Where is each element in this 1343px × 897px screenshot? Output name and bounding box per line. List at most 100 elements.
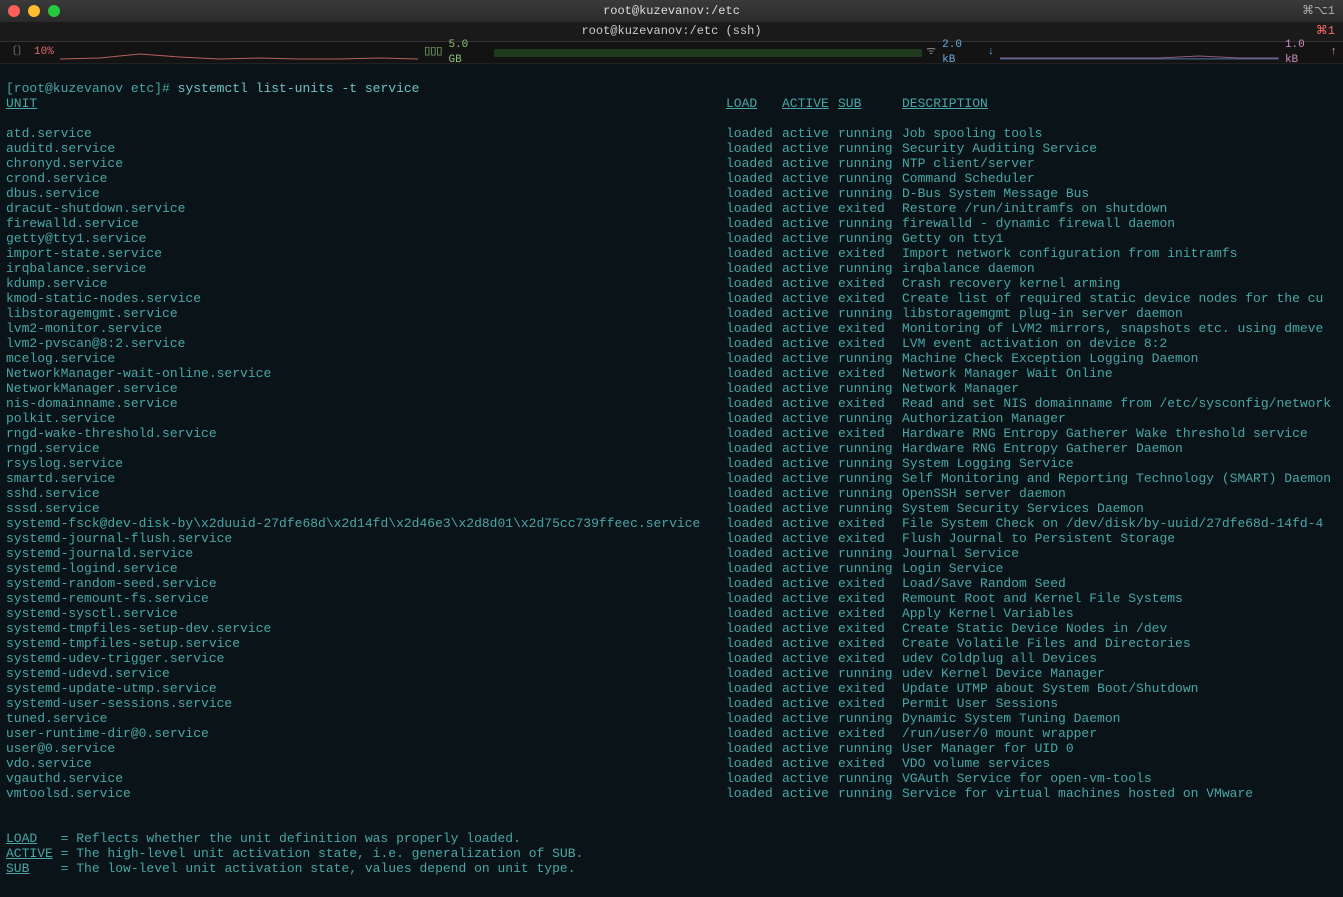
- unit-name: import-state.service: [6, 246, 726, 261]
- unit-name: getty@tty1.service: [6, 231, 726, 246]
- description: System Logging Service: [902, 456, 1074, 471]
- load-state: loaded: [726, 486, 782, 501]
- table-row: atd.serviceloadedactiverunningJob spooli…: [6, 126, 1337, 141]
- load-state: loaded: [726, 681, 782, 696]
- active-state: active: [782, 396, 838, 411]
- unit-name: auditd.service: [6, 141, 726, 156]
- load-state: loaded: [726, 516, 782, 531]
- description: D-Bus System Message Bus: [902, 186, 1089, 201]
- table-row: smartd.serviceloadedactiverunningSelf Mo…: [6, 471, 1337, 486]
- load-state: loaded: [726, 591, 782, 606]
- active-state: active: [782, 306, 838, 321]
- load-state: loaded: [726, 621, 782, 636]
- description: Import network configuration from initra…: [902, 246, 1237, 261]
- sub-state: running: [838, 441, 902, 456]
- description: Remount Root and Kernel File Systems: [902, 591, 1183, 606]
- load-state: loaded: [726, 336, 782, 351]
- active-state: active: [782, 786, 838, 801]
- sub-state: exited: [838, 201, 902, 216]
- unit-name: sssd.service: [6, 501, 726, 516]
- active-state: active: [782, 456, 838, 471]
- load-state: loaded: [726, 126, 782, 141]
- description: libstoragemgmt plug-in server daemon: [902, 306, 1183, 321]
- description: Journal Service: [902, 546, 1019, 561]
- load-state: loaded: [726, 456, 782, 471]
- sub-state: exited: [838, 246, 902, 261]
- window-shortcut-hint: ⌘⌥1: [1302, 4, 1335, 19]
- table-row: systemd-udev-trigger.serviceloadedactive…: [6, 651, 1337, 666]
- close-window-button[interactable]: [8, 5, 20, 17]
- sub-state: exited: [838, 336, 902, 351]
- sub-state: running: [838, 711, 902, 726]
- load-state: loaded: [726, 561, 782, 576]
- active-state: active: [782, 531, 838, 546]
- sub-state: exited: [838, 681, 902, 696]
- table-row: lvm2-pvscan@8:2.serviceloadedactiveexite…: [6, 336, 1337, 351]
- arrow-down-icon: ↓: [988, 45, 995, 60]
- sub-state: exited: [838, 291, 902, 306]
- active-state: active: [782, 696, 838, 711]
- memory-icon: ▯▯▯: [424, 45, 442, 60]
- description: Network Manager Wait Online: [902, 366, 1113, 381]
- sub-state: running: [838, 231, 902, 246]
- sub-state: running: [838, 216, 902, 231]
- load-state: loaded: [726, 351, 782, 366]
- active-state: active: [782, 216, 838, 231]
- active-state: active: [782, 561, 838, 576]
- description: Flush Journal to Persistent Storage: [902, 531, 1175, 546]
- window-titlebar: root@kuzevanov:/etc ⌘⌥1: [0, 0, 1343, 22]
- active-state: active: [782, 366, 838, 381]
- active-state: active: [782, 621, 838, 636]
- unit-name: rngd.service: [6, 441, 726, 456]
- unit-name: systemd-user-sessions.service: [6, 696, 726, 711]
- sub-state: running: [838, 126, 902, 141]
- sub-state: exited: [838, 591, 902, 606]
- load-state: loaded: [726, 786, 782, 801]
- description: Machine Check Exception Logging Daemon: [902, 351, 1198, 366]
- minimize-window-button[interactable]: [28, 5, 40, 17]
- table-row: systemd-sysctl.serviceloadedactiveexited…: [6, 606, 1337, 621]
- table-row: tuned.serviceloadedactiverunningDynamic …: [6, 711, 1337, 726]
- terminal-output[interactable]: [root@kuzevanov etc]# systemctl list-uni…: [0, 64, 1343, 897]
- description: NTP client/server: [902, 156, 1035, 171]
- active-state: active: [782, 441, 838, 456]
- load-state: loaded: [726, 441, 782, 456]
- table-row: vdo.serviceloadedactiveexitedVDO volume …: [6, 756, 1337, 771]
- unit-name: dracut-shutdown.service: [6, 201, 726, 216]
- arrow-up-icon: ↑: [1330, 45, 1337, 60]
- zoom-window-button[interactable]: [48, 5, 60, 17]
- load-state: loaded: [726, 306, 782, 321]
- memory-bar: [494, 49, 922, 57]
- sub-state: running: [838, 771, 902, 786]
- table-row: systemd-user-sessions.serviceloadedactiv…: [6, 696, 1337, 711]
- table-row: getty@tty1.serviceloadedactiverunningGet…: [6, 231, 1337, 246]
- active-state: active: [782, 381, 838, 396]
- sub-state: running: [838, 306, 902, 321]
- table-row: NetworkManager.serviceloadedactiverunnin…: [6, 381, 1337, 396]
- unit-name: user@0.service: [6, 741, 726, 756]
- description: firewalld - dynamic firewall daemon: [902, 216, 1175, 231]
- table-row: sssd.serviceloadedactiverunningSystem Se…: [6, 501, 1337, 516]
- load-state: loaded: [726, 756, 782, 771]
- description: udev Kernel Device Manager: [902, 666, 1105, 681]
- description: Job spooling tools: [902, 126, 1042, 141]
- description: Restore /run/initramfs on shutdown: [902, 201, 1167, 216]
- footer-line: SUB = The low-level unit activation stat…: [6, 861, 1337, 876]
- unit-name: vmtoolsd.service: [6, 786, 726, 801]
- active-state: active: [782, 231, 838, 246]
- footer-line: ACTIVE = The high-level unit activation …: [6, 846, 1337, 861]
- active-state: active: [782, 351, 838, 366]
- footer-line: LOAD = Reflects whether the unit definit…: [6, 831, 1337, 846]
- description: Security Auditing Service: [902, 141, 1097, 156]
- load-state: loaded: [726, 141, 782, 156]
- table-row: rsyslog.serviceloadedactiverunningSystem…: [6, 456, 1337, 471]
- load-state: loaded: [726, 606, 782, 621]
- active-state: active: [782, 576, 838, 591]
- sub-state: running: [838, 381, 902, 396]
- unit-name: chronyd.service: [6, 156, 726, 171]
- unit-name: vdo.service: [6, 756, 726, 771]
- active-state: active: [782, 141, 838, 156]
- description: Load/Save Random Seed: [902, 576, 1066, 591]
- sub-state: exited: [838, 531, 902, 546]
- unit-name: tuned.service: [6, 711, 726, 726]
